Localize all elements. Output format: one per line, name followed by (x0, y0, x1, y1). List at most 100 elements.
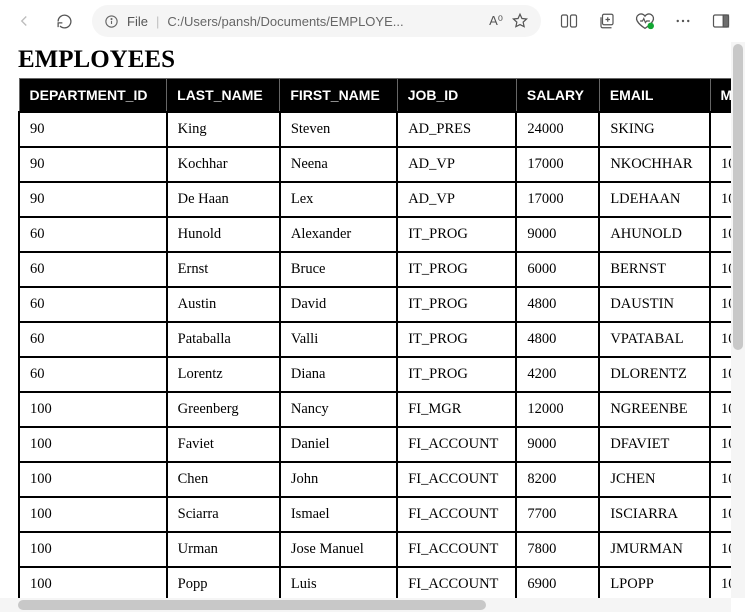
table-row: 100GreenbergNancyFI_MGR12000NGREENBE101 (19, 392, 731, 427)
table-cell: SKING (599, 112, 710, 147)
horizontal-scrollbar-thumb[interactable] (18, 600, 486, 610)
table-cell: 100 (19, 462, 167, 497)
table-cell: LPOPP (599, 567, 710, 598)
table-cell: Greenberg (167, 392, 280, 427)
vertical-scrollbar[interactable] (731, 42, 745, 598)
table-cell: JMURMAN (599, 532, 710, 567)
more-button[interactable] (665, 5, 701, 37)
url-scheme-label: File (127, 14, 148, 29)
table-cell: John (280, 462, 397, 497)
table-cell: 103 (710, 252, 731, 287)
table-row: 100PoppLuisFI_ACCOUNT6900LPOPP108 (19, 567, 731, 598)
table-cell: 100 (19, 532, 167, 567)
table-cell: 108 (710, 532, 731, 567)
table-cell: 90 (19, 182, 167, 217)
table-cell: 7800 (516, 532, 599, 567)
table-cell: 100 (19, 392, 167, 427)
arrow-left-icon (15, 12, 33, 30)
table-cell: Bruce (280, 252, 397, 287)
table-cell: FI_ACCOUNT (397, 567, 516, 598)
table-cell: 103 (710, 287, 731, 322)
table-cell: 17000 (516, 182, 599, 217)
collections-icon (598, 12, 616, 30)
column-header: LAST_NAME (167, 79, 280, 113)
table-cell: IT_PROG (397, 287, 516, 322)
table-cell: 108 (710, 567, 731, 598)
refresh-button[interactable] (46, 5, 82, 37)
table-cell: Sciarra (167, 497, 280, 532)
split-screen-button[interactable] (551, 5, 587, 37)
table-cell: 12000 (516, 392, 599, 427)
table-cell: King (167, 112, 280, 147)
column-header: EMAIL (599, 79, 710, 113)
content-wrapper: EMPLOYEES DEPARTMENT_IDLAST_NAMEFIRST_NA… (0, 42, 745, 612)
table-cell: 9000 (516, 427, 599, 462)
table-row: 90KochharNeenaAD_VP17000NKOCHHAR100 (19, 147, 731, 182)
horizontal-scrollbar[interactable] (0, 598, 731, 612)
table-cell: 100 (19, 497, 167, 532)
table-cell: Daniel (280, 427, 397, 462)
table-cell (710, 112, 731, 147)
table-cell: Jose Manuel (280, 532, 397, 567)
table-cell: BERNST (599, 252, 710, 287)
column-header: MANA (710, 79, 731, 113)
table-row: 60PataballaValliIT_PROG4800VPATABAL103 (19, 322, 731, 357)
info-icon (104, 14, 119, 29)
table-cell: Lex (280, 182, 397, 217)
table-cell: 100 (19, 427, 167, 462)
table-cell: NKOCHHAR (599, 147, 710, 182)
table-cell: 60 (19, 217, 167, 252)
table-cell: 102 (710, 217, 731, 252)
browser-toolbar: File | C:/Users/pansh/Documents/EMPLOYE.… (0, 0, 745, 42)
table-cell: 101 (710, 392, 731, 427)
table-cell: VPATABAL (599, 322, 710, 357)
table-cell: ISCIARRA (599, 497, 710, 532)
table-cell: David (280, 287, 397, 322)
split-screen-icon (560, 13, 578, 29)
url-text: C:/Users/pansh/Documents/EMPLOYE... (167, 14, 481, 29)
table-cell: Luis (280, 567, 397, 598)
table-cell: 4800 (516, 322, 599, 357)
table-row: 60LorentzDianaIT_PROG4200DLORENTZ103 (19, 357, 731, 392)
star-icon[interactable] (511, 12, 529, 30)
table-cell: Pataballa (167, 322, 280, 357)
column-header: DEPARTMENT_ID (19, 79, 167, 113)
table-cell: AHUNOLD (599, 217, 710, 252)
column-header: SALARY (516, 79, 599, 113)
table-cell: LDEHAAN (599, 182, 710, 217)
table-cell: 9000 (516, 217, 599, 252)
table-row: 100SciarraIsmaelFI_ACCOUNT7700ISCIARRA10… (19, 497, 731, 532)
table-cell: Faviet (167, 427, 280, 462)
table-cell: Lorentz (167, 357, 280, 392)
table-cell: DAUSTIN (599, 287, 710, 322)
table-cell: 100 (710, 182, 731, 217)
more-horizontal-icon (674, 12, 692, 30)
table-cell: IT_PROG (397, 252, 516, 287)
table-cell: 60 (19, 322, 167, 357)
table-cell: Diana (280, 357, 397, 392)
table-cell: 24000 (516, 112, 599, 147)
table-cell: NGREENBE (599, 392, 710, 427)
table-cell: 90 (19, 147, 167, 182)
vertical-scrollbar-thumb[interactable] (733, 44, 743, 350)
table-cell: JCHEN (599, 462, 710, 497)
table-cell: Steven (280, 112, 397, 147)
read-aloud-icon[interactable]: A⁰ (489, 13, 503, 29)
table-cell: 103 (710, 322, 731, 357)
table-cell: De Haan (167, 182, 280, 217)
column-header: FIRST_NAME (280, 79, 397, 113)
sidebar-toggle-button[interactable] (703, 5, 739, 37)
table-row: 100UrmanJose ManuelFI_ACCOUNT7800JMURMAN… (19, 532, 731, 567)
browser-health-button[interactable] (627, 5, 663, 37)
table-cell: FI_MGR (397, 392, 516, 427)
table-cell: 103 (710, 357, 731, 392)
table-cell: 108 (710, 497, 731, 532)
column-header: JOB_ID (397, 79, 516, 113)
address-bar[interactable]: File | C:/Users/pansh/Documents/EMPLOYE.… (92, 5, 541, 37)
table-cell: 60 (19, 252, 167, 287)
collections-button[interactable] (589, 5, 625, 37)
table-cell: FI_ACCOUNT (397, 462, 516, 497)
page-content: EMPLOYEES DEPARTMENT_IDLAST_NAMEFIRST_NA… (0, 42, 731, 598)
table-cell: Popp (167, 567, 280, 598)
table-row: 90KingStevenAD_PRES24000SKING (19, 112, 731, 147)
